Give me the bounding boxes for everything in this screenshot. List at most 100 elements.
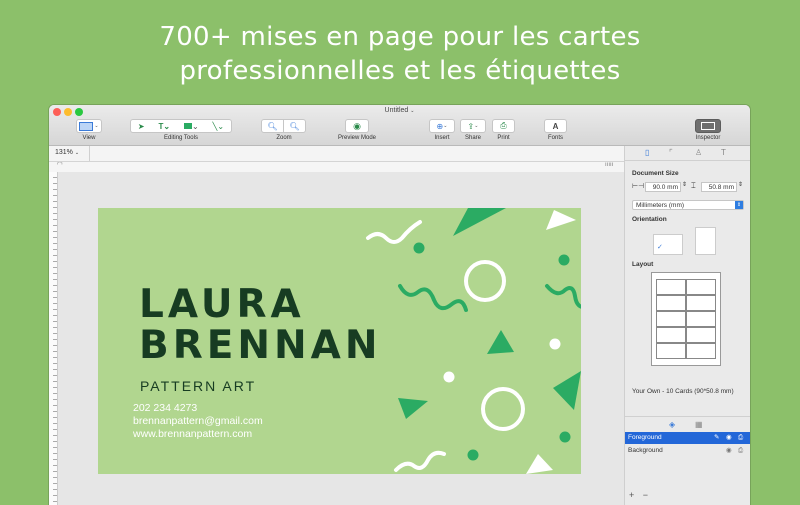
insert-icon: ⊕ [436, 121, 444, 131]
width-field[interactable]: 90.0 mm [645, 182, 681, 192]
layout-description: Your Own - 10 Cards (90*50.8 mm) [632, 388, 734, 395]
ruler-tick-icon: ııııı [605, 162, 614, 168]
zoom-level-select[interactable]: 131% ⌄ [55, 149, 79, 156]
card-tagline[interactable]: PATTERN ART [140, 378, 256, 394]
vertical-ruler [49, 172, 58, 505]
height-field[interactable]: 50.8 mm [701, 182, 737, 192]
zoom-out-button[interactable]: 🔍︎ [261, 119, 284, 133]
dot-shape [559, 431, 571, 443]
canvas[interactable]: ⌜⌝ ııııı LAURA BRENNAN PATTERN ART 202 2… [49, 162, 624, 505]
pencil-icon[interactable]: ✎ [714, 432, 719, 444]
orientation-heading: Orientation [632, 216, 667, 223]
squiggle-shape [394, 450, 446, 472]
editing-tools-label: Editing Tools [164, 135, 198, 141]
units-select-value: Millimeters (mm) [636, 202, 685, 209]
line-tool-icon[interactable]: ╲⌄ [213, 122, 225, 131]
editing-tools-group: ➤ T⌄ ⌄ ╲⌄ [130, 119, 232, 133]
print-button[interactable]: ⎙ [492, 119, 515, 133]
preview-mode-label: Preview Mode [337, 135, 376, 141]
toolbar: Untitled ⌄ ⌄ View ➤ T⌄ ⌄ ╲⌄ Editing Tool… [49, 105, 750, 146]
checkmark-icon: ✓ [657, 244, 663, 251]
ruler-corner-icon: ⌜⌝ [57, 163, 63, 169]
stepper-icon[interactable]: ⇕ [682, 181, 687, 188]
fonts-button[interactable]: A [544, 119, 567, 133]
printer-icon: ⎙ [500, 121, 507, 130]
view-button[interactable]: ⌄ [76, 119, 102, 133]
window-title: Untitled ⌄ [384, 107, 415, 114]
eye-icon[interactable]: ◉ [726, 445, 732, 457]
zoom-in-button[interactable]: 🔍︎ [283, 119, 306, 133]
layer-actions: + − [629, 490, 648, 500]
ring-shape [464, 260, 506, 302]
layer-name: Background [628, 447, 663, 454]
squiggle-shape [398, 284, 468, 312]
inspector-button[interactable] [695, 119, 721, 133]
grid-tab-icon[interactable]: ▦ [695, 420, 703, 429]
layers-tab-icon[interactable]: ◈ [669, 420, 675, 429]
triangle-shape [553, 371, 581, 410]
width-icon: ⊢⊣ [632, 183, 645, 190]
fonts-icon: A [552, 121, 559, 131]
frame-tab-icon[interactable]: ⌜ [669, 148, 673, 157]
pointer-icon[interactable]: ➤ [138, 122, 145, 131]
view-label: View [82, 135, 96, 141]
layer-row-foreground[interactable]: Foreground ✎ ◉ ⎙ [625, 432, 750, 444]
squiggle-shape [366, 220, 422, 244]
dot-shape [413, 242, 425, 254]
layout-preview[interactable] [651, 272, 721, 366]
divider [89, 146, 90, 161]
card-phone[interactable]: 202 234 4273 [133, 402, 197, 415]
headline: 700+ mises en page pour les cartes profe… [0, 20, 800, 88]
zoom-out-icon: 🔍︎ [267, 121, 278, 131]
triangle-shape [526, 454, 553, 474]
layer-row-background[interactable]: Background ◉ ⎙ [625, 445, 750, 457]
dot-shape [443, 371, 455, 383]
card-email[interactable]: brennanpattern@gmail.com [133, 415, 263, 428]
text-tab-icon[interactable]: T [721, 148, 726, 157]
add-layer-button[interactable]: + [629, 490, 634, 500]
ring-shape [481, 387, 525, 431]
printer-icon[interactable]: ⎙ [738, 445, 743, 457]
eye-icon[interactable]: ◉ [726, 432, 732, 444]
text-tool-icon[interactable]: T⌄ [158, 122, 170, 131]
select-arrows-icon: ⇕ [735, 201, 743, 209]
layer-name: Foreground [628, 434, 662, 441]
layout-heading: Layout [632, 261, 654, 268]
triangle-shape [398, 398, 428, 419]
shape-tool-icon[interactable]: ⌄ [183, 122, 199, 131]
zoom-label: Zoom [276, 135, 292, 141]
horizontal-ruler: ⌜⌝ ııııı [49, 162, 624, 172]
squiggle-shape [545, 284, 581, 309]
landscape-option[interactable]: ✓ [653, 234, 683, 255]
fonts-label: Fonts [547, 135, 563, 141]
business-card[interactable]: LAURA BRENNAN PATTERN ART 202 234 4273 b… [98, 208, 581, 474]
dot-shape [467, 449, 479, 461]
units-select[interactable]: Millimeters (mm) ⇕ [632, 200, 744, 210]
printer-icon[interactable]: ⎙ [738, 432, 743, 444]
stepper-icon[interactable]: ⇕ [738, 181, 743, 188]
document-size-heading: Document Size [632, 170, 679, 177]
preview-mode-button[interactable]: ◉ [345, 119, 369, 133]
inspector-label: Inspector [695, 135, 721, 141]
style-tab-icon[interactable]: ♙ [695, 148, 702, 157]
triangle-shape [487, 330, 514, 354]
dot-shape [549, 338, 561, 350]
card-name-first[interactable]: LAURA [139, 285, 305, 325]
triangle-shape [546, 210, 576, 230]
card-name-last[interactable]: BRENNAN [139, 326, 382, 366]
document-tab-icon[interactable]: ▯ [645, 148, 649, 157]
chevron-down-icon: ⌄ [94, 123, 99, 129]
layout-grid [656, 279, 716, 359]
inspector-icon [701, 122, 715, 130]
share-button[interactable]: ⇪ ⌄ [460, 119, 486, 133]
inspector-tabs: ▯ ⌜ ♙ T [625, 146, 750, 161]
layers-tabs: ◈ ▦ [625, 416, 750, 431]
portrait-option[interactable] [695, 227, 716, 255]
insert-button[interactable]: ⊕ ⌄ [429, 119, 455, 133]
inspector-panel: ▯ ⌜ ♙ T Document Size ⊢⊣ 90.0 mm ⇕ ⌶ 50.… [624, 146, 750, 505]
app-window: Untitled ⌄ ⌄ View ➤ T⌄ ⌄ ╲⌄ Editing Tool… [49, 105, 750, 505]
insert-label: Insert [434, 135, 450, 141]
remove-layer-button[interactable]: − [643, 490, 648, 500]
card-website[interactable]: www.brennanpattern.com [133, 428, 252, 441]
headline-line-2: professionnelles et les étiquettes [179, 56, 621, 86]
